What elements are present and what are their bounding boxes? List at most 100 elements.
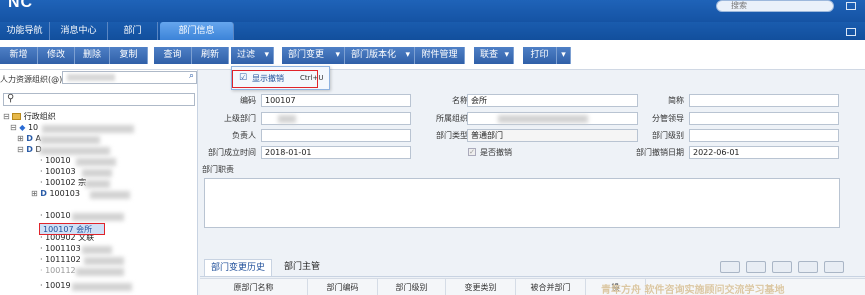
left-tree-panel: 人力资源组织(@) ⌕ ⚲ ⊟ 行政组织 ⊟ ◆ 10 ⊞ D A ⊟ D D … (0, 70, 198, 295)
tree-node[interactable]: · 100112 (40, 265, 76, 276)
copy-button[interactable]: 复制 (110, 47, 148, 64)
filter-button[interactable]: 过滤 (231, 47, 274, 64)
grid-tool-icon[interactable] (798, 261, 818, 273)
tree-label: 行政组织 (23, 112, 56, 121)
dept-type-field[interactable]: 普通部门 (467, 129, 638, 142)
tree-node[interactable]: ⊟ D D (17, 144, 42, 155)
estab-date-field[interactable]: 2018-01-01 (261, 146, 411, 159)
grid-tool-icon[interactable] (772, 261, 792, 273)
collapse-icon[interactable]: ⊟ (17, 145, 24, 154)
window-button[interactable] (846, 2, 856, 10)
column-header[interactable]: 变更类别 (446, 279, 516, 295)
tree-label: 100103 (49, 189, 80, 198)
nav-bar: 功能导航 消息中心 部门 部门信息 (0, 22, 865, 40)
redacted-value (85, 180, 110, 188)
collapse-icon[interactable]: ⊟ (3, 112, 10, 121)
name-label: 名称 (452, 96, 468, 105)
org-label: 人力资源组织(@) (0, 75, 63, 84)
tree-node[interactable]: · 100102 宗 (40, 177, 86, 188)
tree-root[interactable]: ⊟ 行政组织 (3, 111, 56, 122)
leader-field[interactable] (689, 112, 839, 125)
column-header[interactable]: 部门编码 (308, 279, 378, 295)
org-select[interactable]: ⌕ (62, 71, 197, 84)
tree-node[interactable]: · 1011102 (40, 254, 81, 265)
refresh-button[interactable]: 刷新 (192, 47, 229, 64)
org-label: 所属组织 (436, 114, 468, 123)
grid-tool-icon[interactable] (720, 261, 740, 273)
expand-icon[interactable]: ⊞ (31, 189, 38, 198)
tree-node[interactable]: ⊟ ◆ 10 (10, 122, 38, 133)
org-field[interactable] (467, 112, 638, 125)
tree-node[interactable]: ⊞ D 100103 (31, 188, 80, 199)
expand-icon[interactable]: ⊞ (17, 134, 24, 143)
redacted-value (72, 213, 124, 221)
tree-node[interactable]: · 1001103 (40, 243, 81, 254)
tree-label: 100107 会所 (43, 225, 93, 234)
global-search-input[interactable]: 搜索 (716, 0, 834, 12)
redacted-value (40, 136, 100, 144)
collapse-icon[interactable]: ⊟ (10, 123, 17, 132)
show-revoked-menu-item[interactable]: ☑ 显示撤销 Ctrl+U (232, 70, 329, 88)
attachment-button[interactable]: 附件管理 (415, 47, 465, 64)
tab-function-nav[interactable]: 功能导航 (0, 22, 50, 40)
revoke-date-field[interactable]: 2022-06-01 (689, 146, 839, 159)
redacted-value (72, 283, 132, 291)
tab-dept-head[interactable]: 部门主管 (276, 259, 328, 276)
tab-department-info[interactable]: 部门信息 (160, 22, 234, 40)
divider (200, 276, 865, 277)
delete-button[interactable]: 删除 (75, 47, 110, 64)
redacted-value (90, 191, 130, 199)
redacted-value (76, 268, 124, 276)
code-field[interactable]: 100107 (261, 94, 411, 107)
dept-icon: D (26, 134, 33, 143)
column-header[interactable]: 被合并部门 (516, 279, 586, 295)
redacted-value (498, 115, 588, 123)
redacted-value (42, 125, 134, 133)
revoked-label: 是否撤销 (480, 148, 512, 157)
chevron-down-icon: ▾ (561, 50, 566, 60)
grid-tool-icon[interactable] (746, 261, 766, 273)
parent-dept-field[interactable] (261, 112, 411, 125)
tree-node[interactable]: · 10010 (40, 210, 71, 221)
toolbar: 新增 修改 删除 复制 查询 刷新 过滤 部门变更 部门版本化 附件管理 联查 … (0, 40, 865, 70)
link-query-button[interactable]: 联查 (474, 47, 514, 64)
search-icon[interactable]: ⌕ (189, 71, 194, 81)
dept-change-button[interactable]: 部门变更 (282, 47, 345, 64)
grid-tool-icon[interactable] (824, 261, 844, 273)
nav-window-button[interactable] (846, 28, 856, 36)
dept-level-label: 部门级别 (652, 131, 684, 140)
tree-node[interactable]: ⊞ D A (17, 133, 41, 144)
name-field[interactable]: 会所 (467, 94, 638, 107)
revoked-checkbox[interactable]: ✓ (468, 148, 476, 156)
add-button[interactable]: 新增 (0, 47, 38, 64)
print-dropdown-button[interactable]: ▾ (557, 47, 571, 64)
tree-node-selected[interactable]: 100107 会所 (39, 223, 105, 235)
tree-node[interactable]: · 10010 (40, 155, 71, 166)
top-bar: NC 搜索 (0, 0, 865, 22)
dept-version-button[interactable]: 部门版本化 (345, 47, 415, 64)
print-button[interactable]: 打印 (523, 47, 557, 64)
filter-menu: ☑ 显示撤销 Ctrl+U (231, 66, 330, 90)
tab-change-history[interactable]: 部门变更历史 (204, 259, 272, 276)
watermark-text: 青年方舟 软件咨询实施顾问交流学习基地 (601, 285, 785, 295)
diamond-icon: ◆ (19, 123, 26, 132)
tab-message-center[interactable]: 消息中心 (50, 22, 108, 40)
tab-department[interactable]: 部门 (108, 22, 158, 40)
column-header[interactable]: 部门级别 (378, 279, 446, 295)
redacted-value (278, 115, 296, 123)
edit-button[interactable]: 修改 (38, 47, 75, 64)
dept-type-label: 部门类型 (436, 131, 468, 140)
dept-level-field[interactable] (689, 129, 839, 142)
tree-label: 100103 (45, 167, 76, 176)
short-name-field[interactable] (689, 94, 839, 107)
tree-search-input[interactable]: ⚲ (3, 93, 195, 106)
redacted-value (82, 169, 112, 177)
column-header[interactable]: 原部门名称 (200, 279, 308, 295)
duty-textarea[interactable] (204, 178, 840, 228)
tree-node[interactable]: · 10019 (40, 280, 71, 291)
tree-node[interactable]: · 100103 (40, 166, 76, 177)
tree-label: 1001103 (45, 244, 81, 253)
tree-label: 10010 (45, 211, 71, 220)
query-button[interactable]: 查询 (154, 47, 192, 64)
manager-field[interactable] (261, 129, 411, 142)
